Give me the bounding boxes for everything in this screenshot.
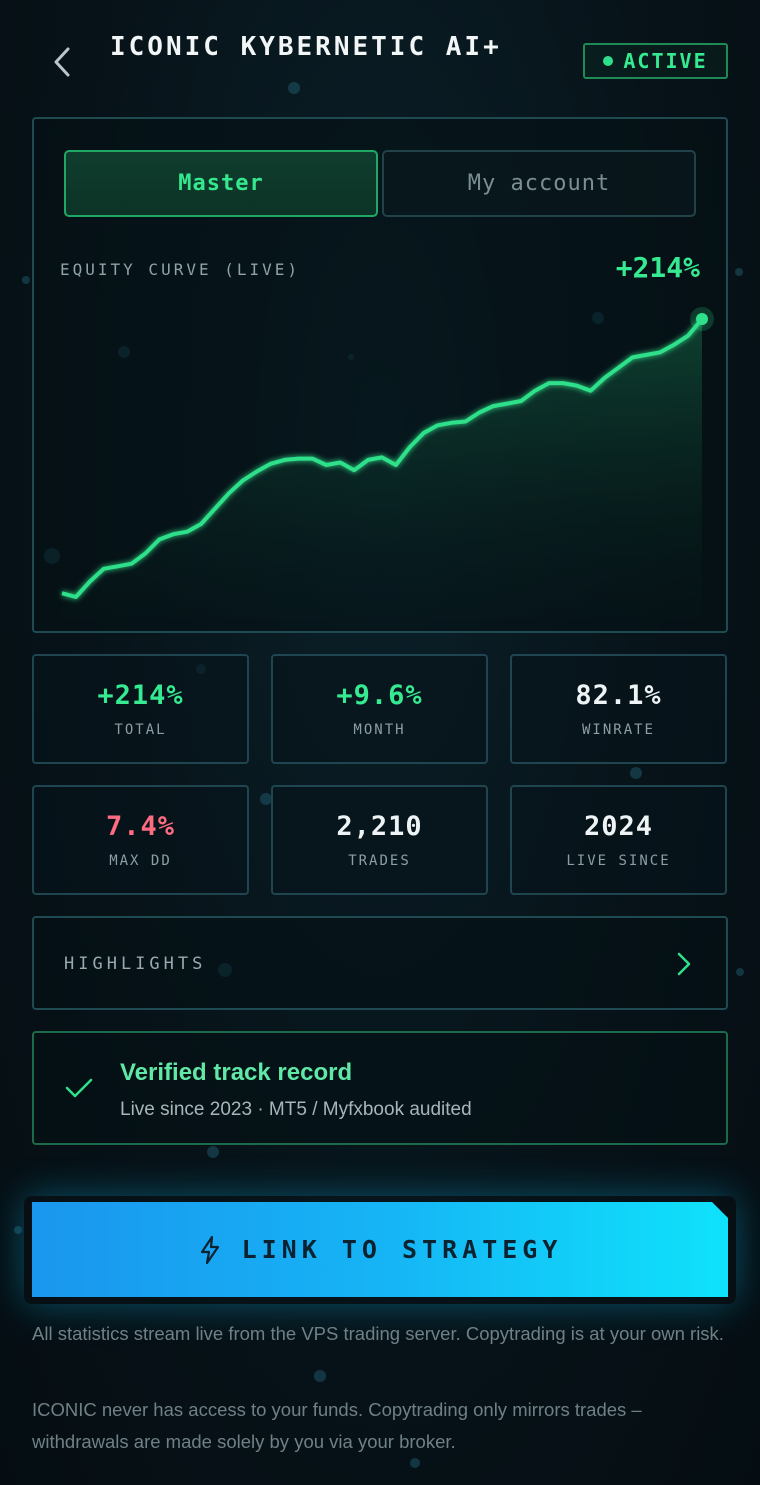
stat-card-trades: 2,210 TRADES: [271, 785, 488, 895]
link-to-strategy-button[interactable]: LINK TO STRATEGY: [32, 1202, 728, 1297]
disclaimer-risk: All statistics stream live from the VPS …: [32, 1323, 724, 1344]
stat-label: TRADES: [348, 853, 411, 869]
stat-value: +9.6%: [336, 680, 423, 711]
stat-card-max-dd: 7.4% MAX DD: [32, 785, 249, 895]
verified-title: Verified track record: [120, 1059, 353, 1086]
stat-value: 2024: [583, 811, 654, 842]
stat-label: WINRATE: [581, 722, 655, 738]
stat-value: 82.1%: [575, 680, 662, 711]
stat-label: TOTAL: [114, 722, 167, 738]
equity-endpoint-dot: [696, 313, 708, 325]
equity-area-fill: [62, 319, 702, 619]
stat-value: 7.4%: [105, 811, 176, 842]
highlights-row[interactable]: HIGHLIGHTS: [32, 916, 728, 1010]
stat-card-winrate: 82.1% WINRATE: [510, 654, 727, 764]
verified-track-record: Verified track record Live since 2023 · …: [32, 1031, 728, 1145]
equity-chart-card: Master My account EQUITY CURVE (LIVE) +2…: [32, 117, 728, 633]
stat-label: MAX DD: [109, 853, 172, 869]
highlights-label: HIGHLIGHTS: [64, 954, 207, 974]
chevron-right-icon: [677, 952, 691, 976]
stat-value: 2,210: [336, 811, 423, 842]
equity-curve-chart: [61, 307, 714, 619]
check-icon: [65, 1078, 93, 1098]
link-to-strategy-label: LINK TO STRATEGY: [241, 1235, 563, 1264]
stat-value: +214%: [97, 680, 184, 711]
stat-label: LIVE SINCE: [566, 853, 671, 869]
lightning-icon: [200, 1235, 219, 1264]
stat-label: MONTH: [353, 722, 406, 738]
stat-card-total: +214% TOTAL: [32, 654, 249, 764]
disclaimer-funds: ICONIC never has access to your funds. C…: [32, 1399, 642, 1452]
stat-card-live-since: 2024 LIVE SINCE: [510, 785, 727, 895]
page-title: ICONIC KYBERNETIC AI+: [110, 32, 502, 62]
status-dot-icon: [603, 56, 614, 66]
back-button[interactable]: [48, 44, 76, 80]
verified-subtitle: Live since 2023 · MT5 / Myfxbook audited: [120, 1099, 472, 1120]
status-badge: ACTIVE: [583, 43, 728, 79]
chevron-left-icon: [54, 47, 70, 77]
stat-card-month: +9.6% MONTH: [271, 654, 488, 764]
status-badge-label: ACTIVE: [623, 49, 708, 73]
